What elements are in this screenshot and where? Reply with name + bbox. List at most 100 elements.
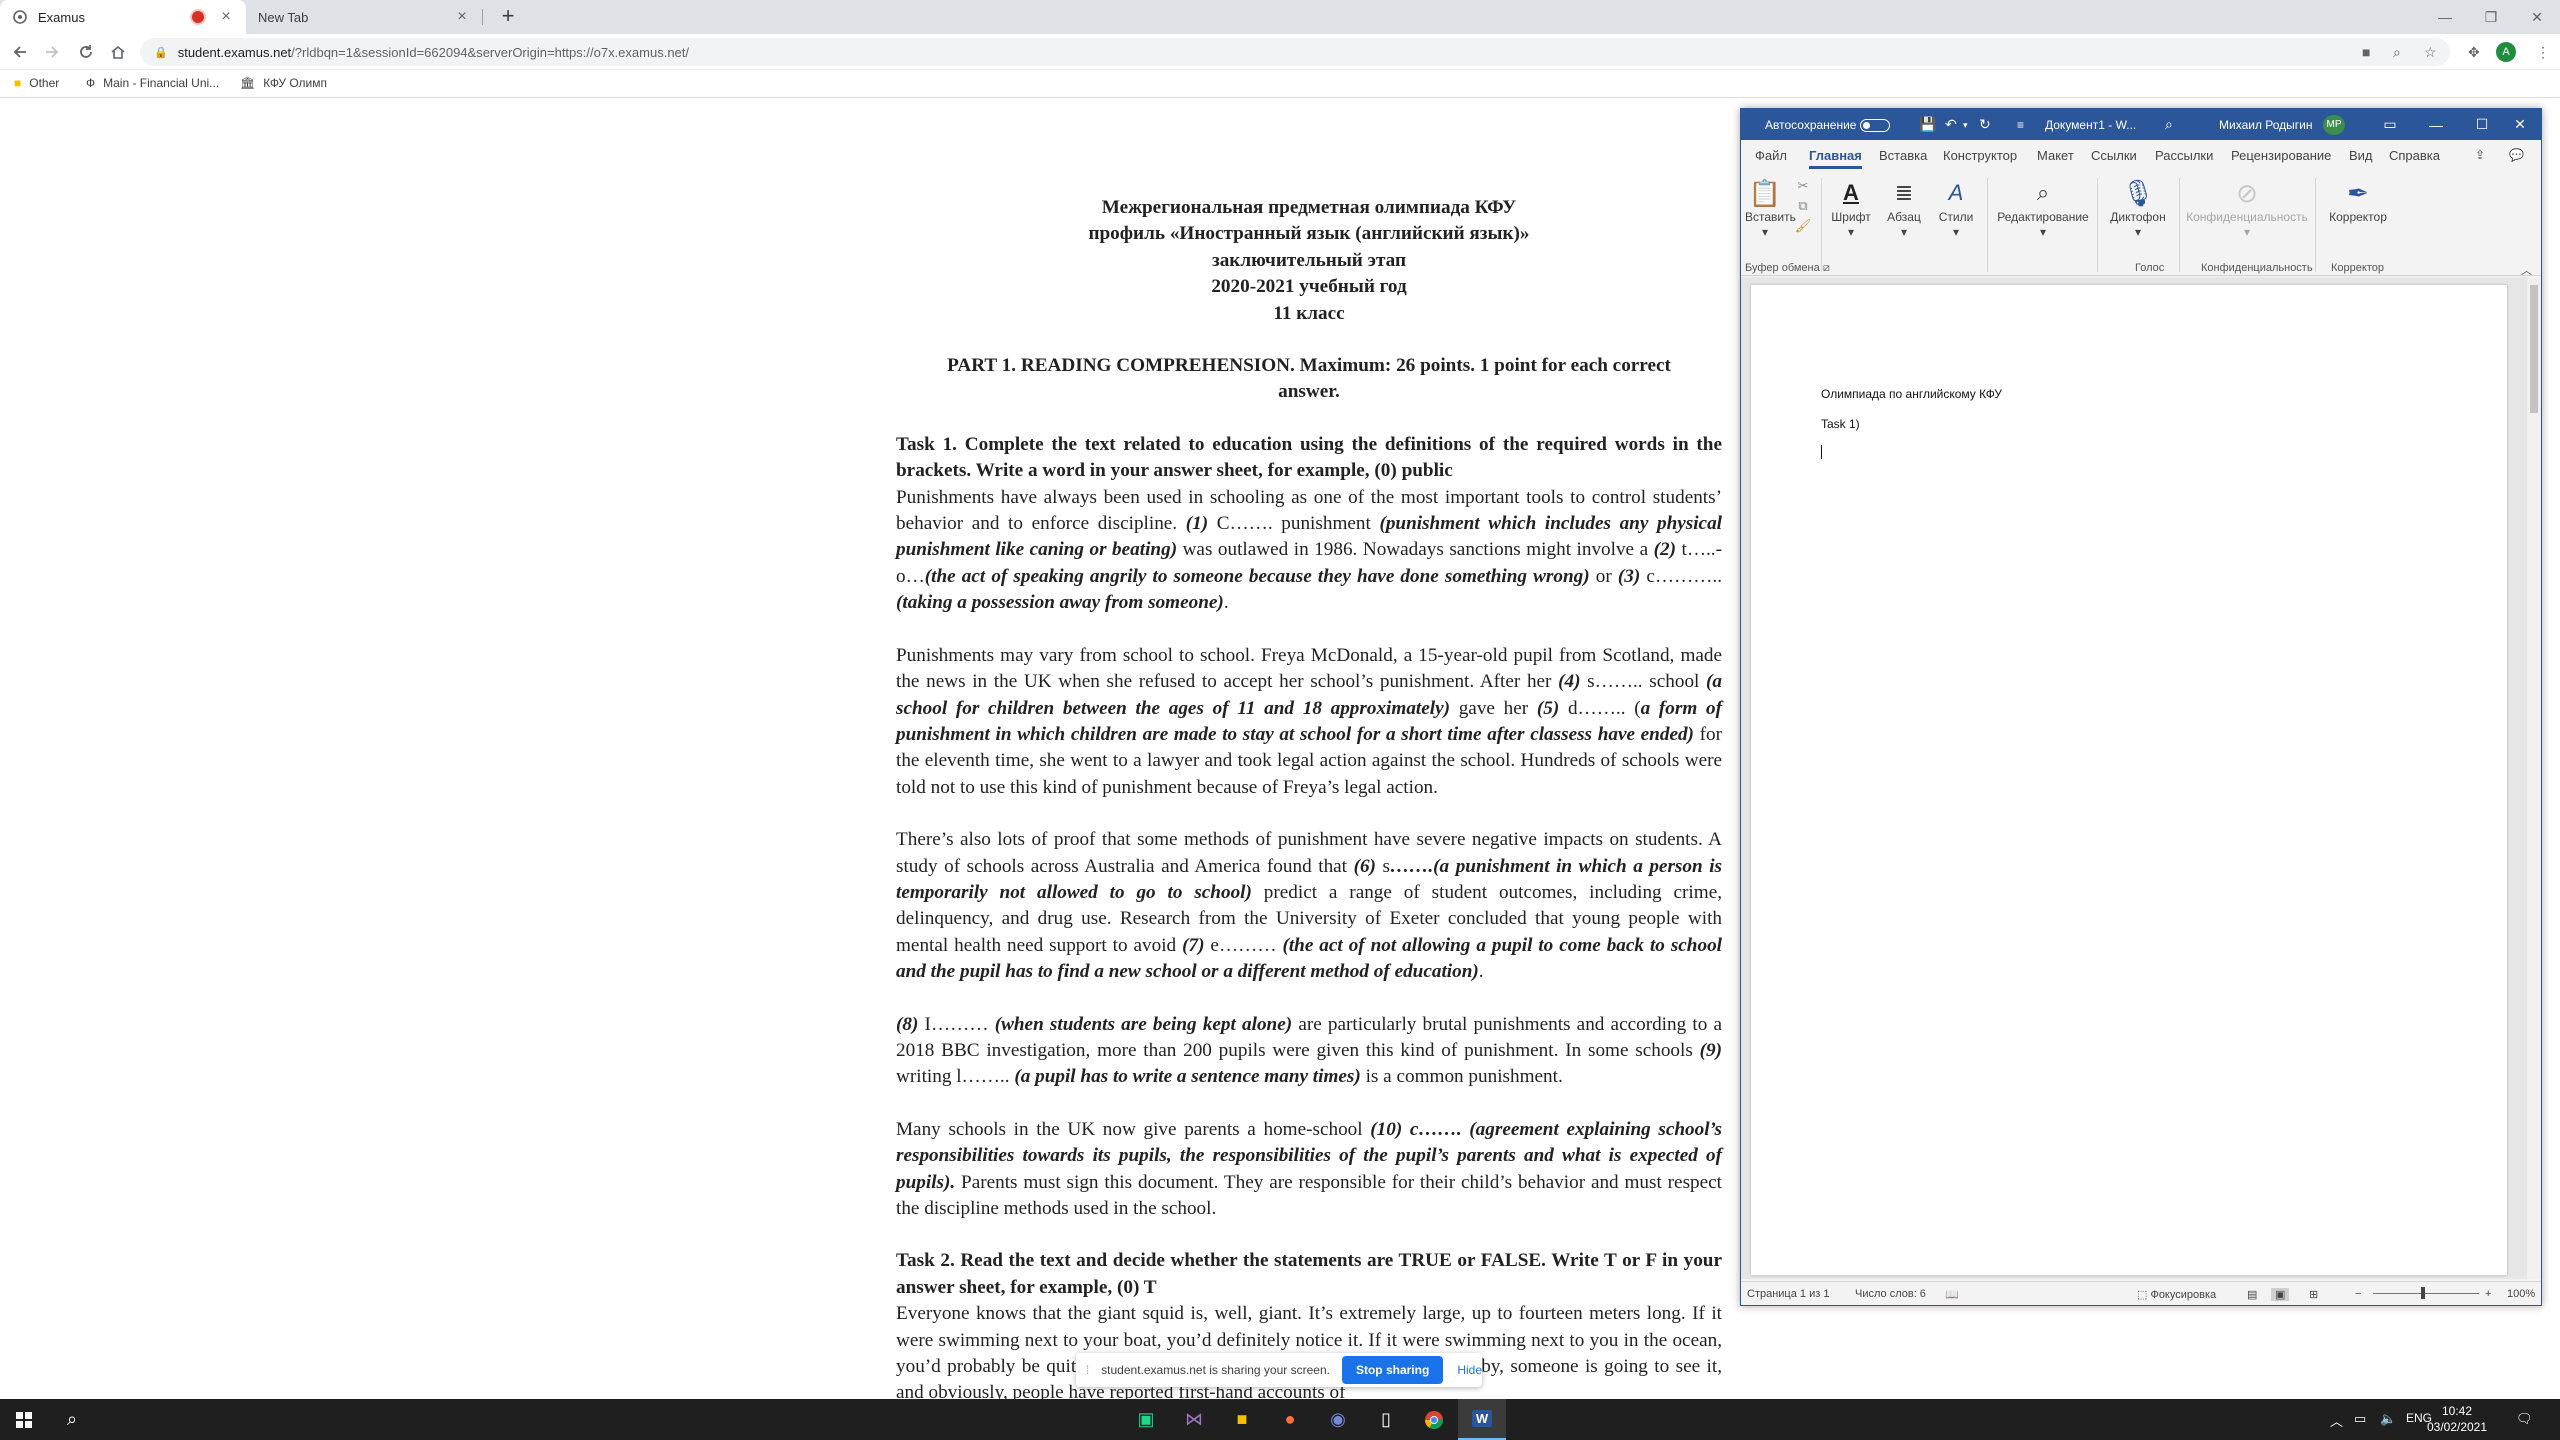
zoom-level[interactable]: 100% — [2507, 1288, 2535, 1300]
page-count[interactable]: Страница 1 из 1 — [1747, 1288, 1829, 1300]
tab-new-tab[interactable]: New Tab × — [246, 0, 482, 34]
taskbar-discord[interactable]: ◉ — [1314, 1399, 1362, 1440]
zoom-slider-thumb[interactable] — [2421, 1287, 2425, 1299]
notifications-icon[interactable]: 🗨 — [2516, 1411, 2533, 1427]
close-button[interactable]: ✕ — [2497, 109, 2543, 140]
word-window[interactable]: Автосохранение 💾 ↶ ▾ ↻ ≡ Документ1 - W..… — [1740, 108, 2542, 1306]
ribbon-display-options-icon[interactable]: ▭ — [2367, 109, 2413, 140]
save-icon[interactable]: 💾 — [1919, 116, 1936, 133]
volume-icon[interactable]: 🔈 — [2380, 1411, 2396, 1427]
close-tab-icon[interactable]: × — [218, 8, 234, 26]
print-layout-icon[interactable]: ▣ — [2271, 1288, 2290, 1301]
comments-icon[interactable]: 💬 — [2509, 148, 2524, 162]
taskbar-firefox[interactable]: ● — [1266, 1399, 1314, 1440]
hide-button[interactable]: Hide — [1457, 1363, 1482, 1377]
close-tab-icon[interactable]: × — [454, 8, 470, 26]
editing-button[interactable]: ⌕ Редактирование ▾ — [1995, 176, 2091, 266]
close-window-button[interactable]: ✕ — [2514, 0, 2560, 34]
network-icon[interactable]: ▭ — [2354, 1411, 2366, 1427]
autosave-toggle[interactable]: Автосохранение — [1765, 118, 1891, 133]
taskbar-pycharm[interactable]: ▣ — [1122, 1399, 1170, 1440]
dictate-button[interactable]: 🎙 Диктофон ▾ — [2103, 176, 2173, 266]
start-button[interactable] — [0, 1399, 48, 1440]
word-count[interactable]: Число слов: 6 — [1855, 1288, 1926, 1300]
paste-button[interactable]: 📋 Вставить ▾ — [1745, 176, 1796, 266]
user-name[interactable]: Михаил Родыгин — [2219, 118, 2313, 132]
user-avatar[interactable]: MP — [2323, 115, 2345, 135]
format-painter-icon[interactable]: 🖌 — [1791, 216, 1815, 236]
profile-avatar[interactable]: A — [2496, 42, 2516, 62]
chrome-menu-icon[interactable]: ⋮ — [2536, 44, 2550, 61]
redo-icon[interactable]: ↻ — [1979, 116, 1991, 133]
zoom-slider[interactable] — [2373, 1293, 2479, 1294]
tab-examus[interactable]: Examus × — [0, 0, 246, 34]
font-button[interactable]: A Шрифт ▾ — [1827, 176, 1875, 266]
word-document-area[interactable]: Олимпиада по английскому КФУ Task 1) — [1741, 277, 2541, 1279]
paragraph-button[interactable]: ≣ Абзац ▾ — [1881, 176, 1927, 266]
collapse-ribbon-icon[interactable]: ︿ — [2521, 262, 2532, 278]
focus-mode-button[interactable]: ⬚ Фокусировка — [2137, 1288, 2216, 1301]
vertical-scrollbar[interactable] — [2527, 277, 2541, 1279]
read-mode-icon[interactable]: ▤ — [2247, 1288, 2257, 1301]
new-tab-button[interactable]: + — [496, 5, 520, 29]
tab-view[interactable]: Вид — [2349, 148, 2373, 163]
share-icon[interactable]: ⇪ — [2475, 148, 2485, 162]
cut-icon[interactable]: ✂ — [1791, 176, 1815, 196]
proofing-icon[interactable]: 📖 — [1945, 1288, 1959, 1301]
minimize-button[interactable]: ― — [2413, 109, 2459, 140]
styles-button[interactable]: A Стили ▾ — [1931, 176, 1981, 266]
drag-handle-icon[interactable]: ⁞ — [1082, 1363, 1093, 1377]
undo-dropdown-icon[interactable]: ▾ — [1963, 120, 1968, 131]
clipboard-icon: 📋 — [1748, 178, 1782, 208]
forward-button[interactable] — [40, 40, 64, 64]
tab-file[interactable]: Файл — [1755, 148, 1787, 163]
stop-sharing-button[interactable]: Stop sharing — [1341, 1356, 1444, 1384]
taskbar-word[interactable]: W — [1458, 1399, 1506, 1440]
copy-icon[interactable]: ⧉ — [1791, 196, 1815, 216]
editor-button[interactable]: ✒ Корректор — [2321, 176, 2395, 266]
restore-window-button[interactable]: ❐ — [2468, 0, 2514, 34]
zoom-out-icon[interactable]: − — [2355, 1288, 2361, 1300]
tab-layout[interactable]: Макет — [2037, 148, 2074, 163]
tab-references[interactable]: Ссылки — [2091, 148, 2137, 163]
address-bar[interactable]: 🔒 student.examus.net/?rldbqn=1&sessionId… — [140, 38, 2450, 66]
scrollbar-thumb[interactable] — [2530, 285, 2538, 413]
home-button[interactable] — [106, 40, 130, 64]
taskbar-search-button[interactable]: ⌕ — [48, 1399, 96, 1440]
tab-home[interactable]: Главная — [1809, 148, 1862, 169]
show-hidden-icons[interactable]: ︿ — [2330, 1411, 2343, 1430]
document-viewer[interactable]: Межрегиональная предметная олимпиада КФУ… — [0, 99, 1740, 1399]
text-run: (6) — [1353, 855, 1376, 877]
taskbar-visual-studio[interactable]: ⋈ — [1170, 1399, 1218, 1440]
dialog-launcher-icon[interactable]: ⧄ — [1823, 262, 1830, 274]
bookmark-financial-uni[interactable]: Ф Main - Financial Uni... — [86, 76, 219, 90]
tab-mailings[interactable]: Рассылки — [2155, 148, 2213, 163]
text-run: (9) — [1699, 1039, 1722, 1061]
bookmark-other[interactable]: ■ Other — [14, 76, 59, 90]
tab-design[interactable]: Конструктор — [1943, 148, 2017, 163]
sensitivity-button[interactable]: ⊘ Конфиденциальность ▾ — [2185, 176, 2309, 266]
bookmark-star-icon[interactable]: ☆ — [2424, 44, 2437, 61]
tab-help[interactable]: Справка — [2389, 148, 2440, 163]
camera-icon[interactable]: ■ — [2362, 44, 2370, 60]
text-run: Many schools in the UK now give parents … — [896, 1118, 1371, 1140]
search-icon[interactable]: ⌕ — [2165, 116, 2173, 133]
bookmark-kfu-olymp[interactable]: 🏛 КФУ Олимп — [240, 76, 327, 90]
text-run: c……….. — [1640, 565, 1722, 587]
extensions-icon[interactable]: ✥ — [2468, 44, 2480, 61]
word-page[interactable]: Олимпиада по английскому КФУ Task 1) — [1751, 285, 2507, 1275]
zoom-in-icon[interactable]: + — [2485, 1288, 2491, 1300]
minimize-window-button[interactable]: ― — [2422, 0, 2468, 34]
reload-button[interactable] — [74, 40, 98, 64]
back-button[interactable] — [8, 40, 32, 64]
taskbar-notepad[interactable]: ▯ — [1362, 1399, 1410, 1440]
customize-qat-icon[interactable]: ≡ — [2017, 118, 2024, 132]
zoom-icon[interactable]: ⌕ — [2393, 44, 2401, 61]
taskbar-chrome[interactable] — [1410, 1399, 1458, 1440]
tab-review[interactable]: Рецензирование — [2231, 148, 2331, 163]
tab-insert[interactable]: Вставка — [1879, 148, 1927, 163]
taskbar-file-explorer[interactable]: ■ — [1218, 1399, 1266, 1440]
system-clock[interactable]: 10:42 03/02/2021 — [2422, 1403, 2492, 1435]
web-layout-icon[interactable]: ⊞ — [2309, 1288, 2318, 1301]
undo-icon[interactable]: ↶ — [1945, 116, 1957, 133]
